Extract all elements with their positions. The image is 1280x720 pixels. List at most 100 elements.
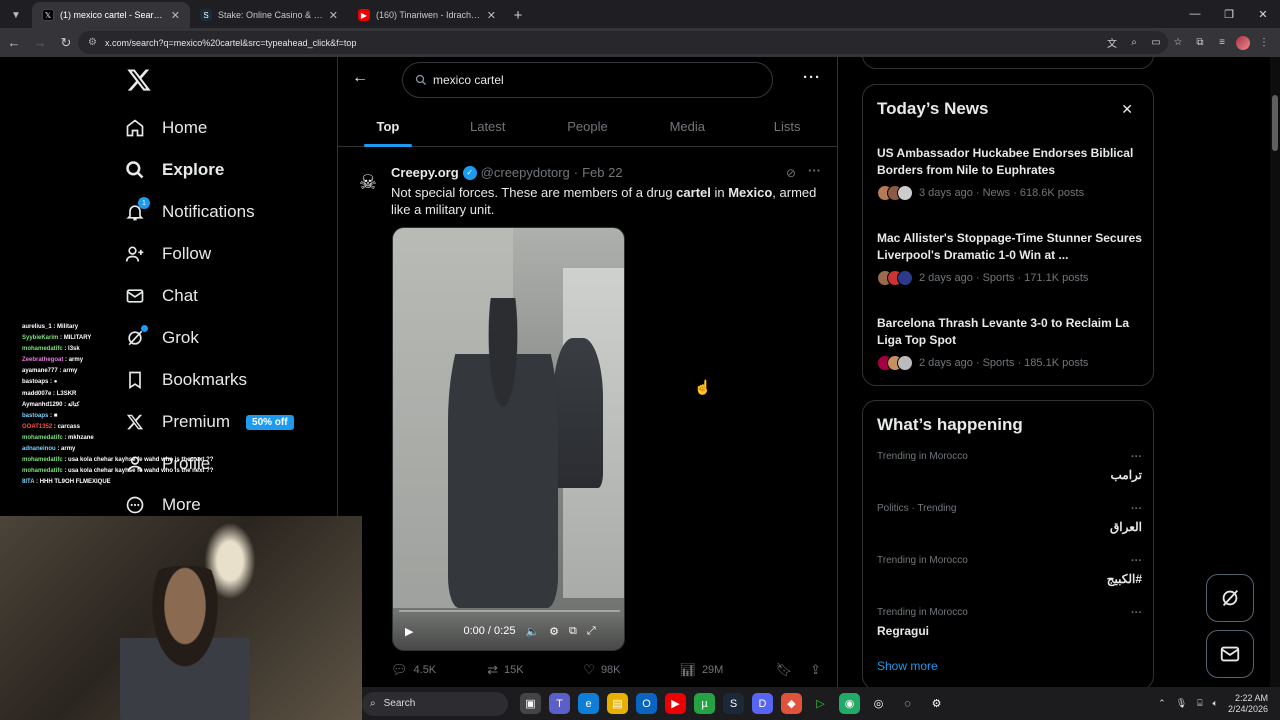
discord-icon[interactable]: D [752,693,773,714]
volume-icon[interactable]: 🔈 [525,625,539,638]
star-icon[interactable]: ☆ [1170,35,1186,51]
browser-menu-icon[interactable]: ⋮ [1256,35,1272,51]
tab-lists[interactable]: Lists [737,107,837,146]
obs-icon[interactable]: ◎ [868,693,889,714]
microphone-icon[interactable]: 🎙︎ [1176,698,1187,709]
post-date[interactable]: Feb 22 [582,165,622,180]
video-player[interactable]: ▶ 0:00 / 0:25 🔈 ⚙ ⧉ ⤢ [392,227,625,651]
chat-username: ayamane777 [22,368,58,375]
trend-item[interactable]: Politics · Trending ··· العراق [877,503,1142,534]
close-tab-icon[interactable]: ✕ [487,9,496,22]
messages-float-button[interactable] [1206,630,1254,678]
chat-message: adnaneinou : army [22,446,76,453]
nav-explore[interactable]: Explore [124,155,224,185]
trend-more-icon[interactable]: ··· [1131,555,1142,567]
browser-tab-x[interactable]: 𝕏 (1) mexico cartel - Search / X ✕ [32,2,190,28]
outlook-icon[interactable]: O [636,693,657,714]
trend-more-icon[interactable]: ··· [1131,451,1142,463]
app-icon[interactable]: ◆ [781,693,802,714]
site-info-icon[interactable]: ⚙ [88,37,97,48]
fullscreen-icon[interactable]: ⤢ [587,625,596,638]
search-input[interactable] [433,73,733,87]
close-window-icon[interactable]: ✕ [1246,0,1280,28]
nav-home[interactable]: Home [124,113,207,143]
reply-button[interactable]: 💬︎ 4.5K [391,662,487,678]
url-bar[interactable]: ⚙ x.com/search?q=mexico%20cartel&src=typ… [78,31,1168,54]
close-icon[interactable]: ✕ [1121,101,1133,118]
browser-tab-youtube[interactable]: ▶ (160) Tinariwen - Idrache (Trac ✕ [348,2,506,28]
browser-tab-stake[interactable]: S Stake: Online Casino & Sports B ✕ [190,2,348,28]
new-tab-button[interactable]: + [506,2,530,28]
task-view-icon[interactable]: ▣ [520,693,541,714]
media-icon[interactable]: ≡ [1214,35,1230,51]
file-explorer-icon[interactable]: ▤ [607,693,628,714]
author-name[interactable]: Creepy.org [391,165,459,180]
news-item[interactable]: Mac Allister's Stoppage-Time Stunner Sec… [877,230,1142,286]
reload-icon[interactable]: ↻ [54,31,78,55]
nav-follow[interactable]: Follow [124,239,211,269]
like-button[interactable]: ♡ 98K [583,662,679,678]
news-item[interactable]: US Ambassador Huckabee Endorses Biblical… [877,145,1142,201]
zoom-icon[interactable]: ⌕ [1126,35,1142,51]
nav-notifications[interactable]: 1 Notifications [124,197,255,227]
restore-icon[interactable]: ❐ [1212,0,1246,28]
nav-chat[interactable]: Chat [124,281,198,311]
scrollbar-thumb[interactable] [1272,95,1278,151]
tab-list-button[interactable]: ▼ [4,3,28,27]
minimize-icon[interactable]: — [1178,0,1212,28]
edge-icon[interactable]: e [578,693,599,714]
x-logo-icon[interactable] [126,67,152,93]
youtube-icon[interactable]: ▶ [665,693,686,714]
grok-icon [1222,590,1239,606]
volume-icon[interactable]: 🔈︎ [1213,698,1218,709]
trend-item[interactable]: Trending in Morocco ··· #الكبيج [877,555,1142,586]
app-icon[interactable]: ◌ [897,693,918,714]
repost-button[interactable]: ⇄ 15K [487,662,583,678]
post-more-icon[interactable]: ··· [808,163,821,178]
settings-icon[interactable]: ⚙ [926,693,947,714]
trend-item[interactable]: Trending in Morocco ··· Regragui [877,607,1142,638]
kick-icon[interactable]: ▷ [810,693,831,714]
close-tab-icon[interactable]: ✕ [171,9,180,22]
chat-message: GOAT1352 : carcass [22,423,80,430]
grok-explain-icon[interactable]: ⊘ [786,166,796,180]
translate-icon[interactable]: 文 [1104,35,1120,51]
back-arrow-icon[interactable]: ← [352,69,370,87]
picture-in-picture-icon[interactable]: ⧉ [569,625,577,638]
chrome-icon[interactable]: ◉ [839,693,860,714]
views-button[interactable]: 📊︎ 29M [679,662,775,678]
settings-icon[interactable]: ⚙ [549,625,559,638]
trend-item[interactable]: Trending in Morocco ··· ترامب [877,451,1142,482]
cast-icon[interactable]: ▭ [1148,35,1164,51]
trend-more-icon[interactable]: ··· [1131,607,1142,619]
show-more-link[interactable]: Show more [877,659,938,673]
trend-more-icon[interactable]: ··· [1131,503,1142,515]
grok-float-button[interactable] [1206,574,1254,622]
skull-avatar[interactable]: ☠ [356,170,380,194]
bookmark-icon[interactable]: 🔖︎ [776,662,793,678]
taskbar-search[interactable]: ⌕ Search [362,691,508,716]
forward-icon[interactable]: → [28,31,52,55]
clock[interactable]: 2:22 AM 2/24/2026 [1228,693,1268,715]
network-icon[interactable]: ⌸ [1197,698,1202,709]
tab-people[interactable]: People [538,107,638,146]
tab-latest[interactable]: Latest [438,107,538,146]
chevron-up-icon[interactable]: ⌃ [1158,698,1166,709]
profile-avatar[interactable] [1236,35,1250,50]
tab-top[interactable]: Top [338,107,438,146]
steam-icon[interactable]: S [723,693,744,714]
extensions-icon[interactable]: ⧉ [1192,35,1208,51]
page-scrollbar[interactable] [1270,57,1280,687]
share-icon[interactable]: ⇪ [810,662,821,678]
author-handle[interactable]: @creepydotorg [481,165,570,180]
news-item[interactable]: Barcelona Thrash Levante 3-0 to Reclaim … [877,315,1142,371]
utorrent-icon[interactable]: µ [694,693,715,714]
more-options-icon[interactable]: ··· [803,69,821,86]
chat-message: 8ITA : HHH TL9OH FLMEXIQUE [22,479,111,486]
search-box[interactable] [402,62,773,98]
play-icon[interactable]: ▶ [405,625,413,638]
tab-media[interactable]: Media [637,107,737,146]
close-tab-icon[interactable]: ✕ [329,9,338,22]
teams-icon[interactable]: T [549,693,570,714]
back-icon[interactable]: ← [2,31,26,55]
